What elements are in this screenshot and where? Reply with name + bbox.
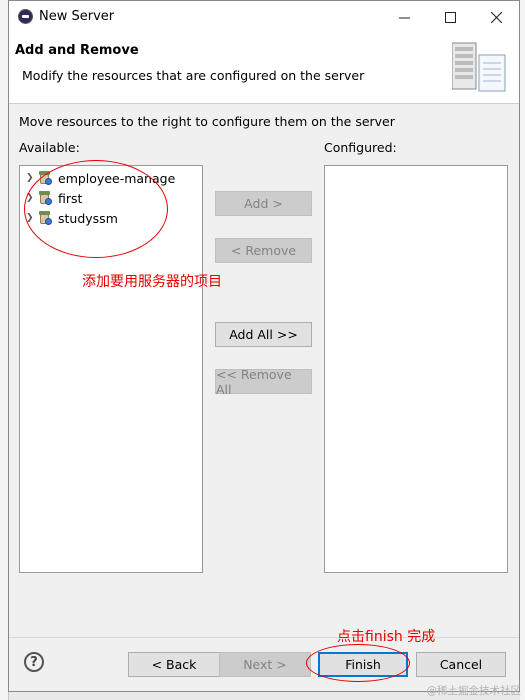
server-banner-icon (452, 42, 506, 92)
annotation-note-add: 添加要用服务器的项目 (82, 274, 222, 290)
close-icon (490, 11, 502, 23)
minimize-icon (398, 17, 410, 18)
maximize-icon (444, 11, 456, 23)
new-server-dialog: New Server Add and Remove Modify the res… (8, 0, 520, 692)
next-button[interactable]: Next > (219, 652, 311, 677)
close-button[interactable] (473, 1, 519, 33)
footer-separator (9, 637, 519, 638)
available-label: Available: (19, 140, 80, 155)
cancel-button[interactable]: Cancel (416, 652, 506, 677)
window-title: New Server (39, 9, 115, 24)
help-button[interactable]: ? (24, 652, 44, 672)
configured-list[interactable] (324, 165, 508, 573)
remove-all-button[interactable]: << Remove All (215, 367, 312, 397)
background-window-edge-right (520, 0, 525, 700)
page-title: Add and Remove (15, 43, 139, 58)
add-all-button[interactable]: Add All >> (215, 322, 312, 347)
annotation-note-finish: 点击finish 完成 (337, 629, 436, 645)
annotation-ellipse-finish (306, 644, 410, 682)
configured-label: Configured: (324, 140, 397, 155)
title-bar: New Server (9, 1, 519, 33)
minimize-button[interactable] (381, 1, 427, 33)
eclipse-icon (18, 9, 33, 24)
page-description: Modify the resources that are configured… (22, 68, 365, 83)
wizard-header: Add and Remove Modify the resources that… (9, 33, 519, 104)
add-button[interactable]: Add > (215, 191, 312, 216)
back-button[interactable]: < Back (128, 652, 220, 677)
remove-button[interactable]: < Remove (215, 238, 312, 263)
watermark: @稀土掘金技术社区 (426, 685, 522, 697)
instruction-text: Move resources to the right to configure… (19, 114, 395, 129)
annotation-ellipse-projects (24, 160, 168, 258)
maximize-button[interactable] (427, 1, 473, 33)
